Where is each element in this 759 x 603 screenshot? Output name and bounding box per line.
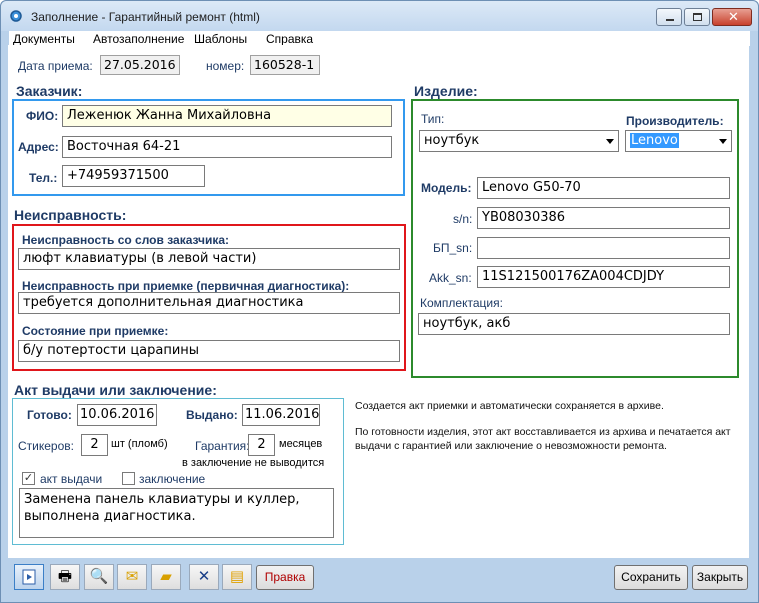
- stickers-unit: шт (пломб): [111, 438, 168, 450]
- menu-templates[interactable]: Шаблоны: [194, 32, 247, 46]
- customer-words-label: Неисправность со слов заказчика:: [22, 233, 230, 247]
- act-checkbox-label: акт выдачи: [40, 472, 103, 486]
- type-label: Тип:: [421, 112, 445, 126]
- act-checkbox[interactable]: ✓: [22, 472, 35, 485]
- number-label: номер:: [206, 59, 245, 73]
- maker-select[interactable]: Lenovo: [625, 130, 732, 152]
- condition-input[interactable]: б/у потертости царапины: [18, 340, 400, 362]
- sn-input[interactable]: YB08030386: [477, 207, 730, 229]
- title-bar[interactable]: Заполнение - Гарантийный ремонт (html) ✕: [1, 1, 758, 31]
- minimize-icon: [666, 19, 674, 21]
- type-select[interactable]: ноутбук: [419, 130, 619, 152]
- model-input[interactable]: Lenovo G50-70: [477, 177, 730, 199]
- printer-icon: 🖶: [57, 568, 73, 585]
- open-button[interactable]: ▰: [151, 564, 181, 590]
- menu-help[interactable]: Справка: [266, 32, 313, 46]
- clear-button[interactable]: ✕: [189, 564, 219, 590]
- menu-bar: Документы Автозаполнение Шаблоны Справка: [9, 31, 750, 46]
- act-text-area[interactable]: Заменена панель клавиатуры и куллер, вып…: [19, 488, 334, 538]
- app-gear-icon: [10, 10, 22, 22]
- ready-date-input[interactable]: 10.06.2016: [77, 404, 157, 426]
- psu-sn-label: БП_sn:: [433, 241, 473, 255]
- stickers-input[interactable]: 2: [81, 434, 108, 456]
- save-button[interactable]: Сохранить: [614, 565, 688, 590]
- archive-button[interactable]: ▤: [222, 564, 252, 590]
- info-line-2: По готовности изделия, этот акт восставл…: [355, 426, 731, 452]
- customer-words-input[interactable]: люфт клавиатуры (в левой части): [18, 248, 400, 270]
- play-document-icon: [22, 569, 36, 585]
- warranty-label: Гарантия:: [195, 439, 250, 453]
- fio-label: ФИО:: [26, 109, 59, 123]
- maker-value: Lenovo: [630, 133, 679, 148]
- warranty-note: в заключение не выводится: [182, 457, 325, 469]
- date-field[interactable]: 27.05.2016: [100, 55, 180, 75]
- act-section-title: Акт выдачи или заключение:: [14, 382, 217, 398]
- condition-label: Состояние при приемке:: [22, 324, 169, 338]
- ready-label: Готово:: [27, 408, 72, 422]
- product-section-title: Изделие:: [414, 83, 478, 99]
- close-window-button[interactable]: ✕: [712, 8, 752, 26]
- fio-input[interactable]: Леженюк Жанна Михайловна: [62, 105, 392, 127]
- number-field[interactable]: 160528-1: [250, 55, 320, 75]
- issued-date-input[interactable]: 11.06.2016: [242, 404, 320, 426]
- address-input[interactable]: Восточная 64-21: [62, 136, 392, 158]
- defect-section-title: Неисправность:: [14, 207, 127, 223]
- x-icon: ✕: [197, 568, 211, 585]
- run-button[interactable]: [14, 564, 44, 590]
- kit-label: Комплектация:: [420, 296, 503, 310]
- envelope-icon: ✉: [125, 568, 139, 585]
- info-line-1: Создается акт приемки и автоматически со…: [355, 400, 664, 412]
- phone-input[interactable]: +74959371500: [62, 165, 205, 187]
- battery-sn-input[interactable]: 11S121500176ZA004CDJDY: [477, 266, 730, 288]
- archive-icon: ▤: [229, 568, 245, 585]
- chevron-down-icon: [606, 139, 614, 144]
- edit-button[interactable]: Правка: [256, 565, 314, 590]
- address-label: Адрес:: [18, 140, 59, 154]
- issued-label: Выдано:: [186, 408, 238, 422]
- battery-sn-label: Akk_sn:: [429, 271, 472, 285]
- magnifier-icon: 🔍: [89, 568, 109, 585]
- customer-section-title: Заказчик:: [16, 83, 83, 99]
- conclusion-checkbox-label: заключение: [139, 472, 206, 486]
- stickers-label: Стикеров:: [18, 439, 74, 453]
- intake-defect-input[interactable]: требуется дополнительная диагностика: [18, 292, 400, 314]
- email-button[interactable]: ✉: [117, 564, 147, 590]
- chevron-down-icon: [719, 139, 727, 144]
- intake-defect-label: Неисправность при приемке (первичная диа…: [22, 279, 350, 293]
- window-title: Заполнение - Гарантийный ремонт (html): [31, 10, 260, 24]
- menu-autofill[interactable]: Автозаполнение: [93, 32, 184, 46]
- minimize-button[interactable]: [656, 8, 682, 26]
- model-label: Модель:: [421, 181, 472, 195]
- print-button[interactable]: 🖶: [50, 564, 80, 590]
- checkmark-icon: ✓: [23, 472, 34, 484]
- date-label: Дата приема:: [18, 59, 93, 73]
- phone-label: Тел.:: [29, 171, 58, 185]
- close-icon: ✕: [728, 9, 739, 24]
- menu-documents[interactable]: Документы: [13, 32, 75, 46]
- close-button[interactable]: Закрыть: [692, 565, 748, 590]
- psu-sn-input[interactable]: [477, 237, 730, 259]
- maximize-button[interactable]: [684, 8, 710, 26]
- kit-input[interactable]: ноутбук, акб: [418, 313, 730, 335]
- folder-icon: ▰: [160, 568, 172, 585]
- warranty-input[interactable]: 2: [248, 434, 275, 456]
- warranty-unit: месяцев: [279, 438, 323, 450]
- preview-button[interactable]: 🔍: [84, 564, 114, 590]
- sn-label: s/n:: [453, 212, 473, 226]
- maximize-icon: [693, 13, 702, 21]
- maker-label: Производитель:: [626, 114, 724, 128]
- conclusion-checkbox[interactable]: [122, 472, 135, 485]
- type-value: ноутбук: [424, 133, 480, 148]
